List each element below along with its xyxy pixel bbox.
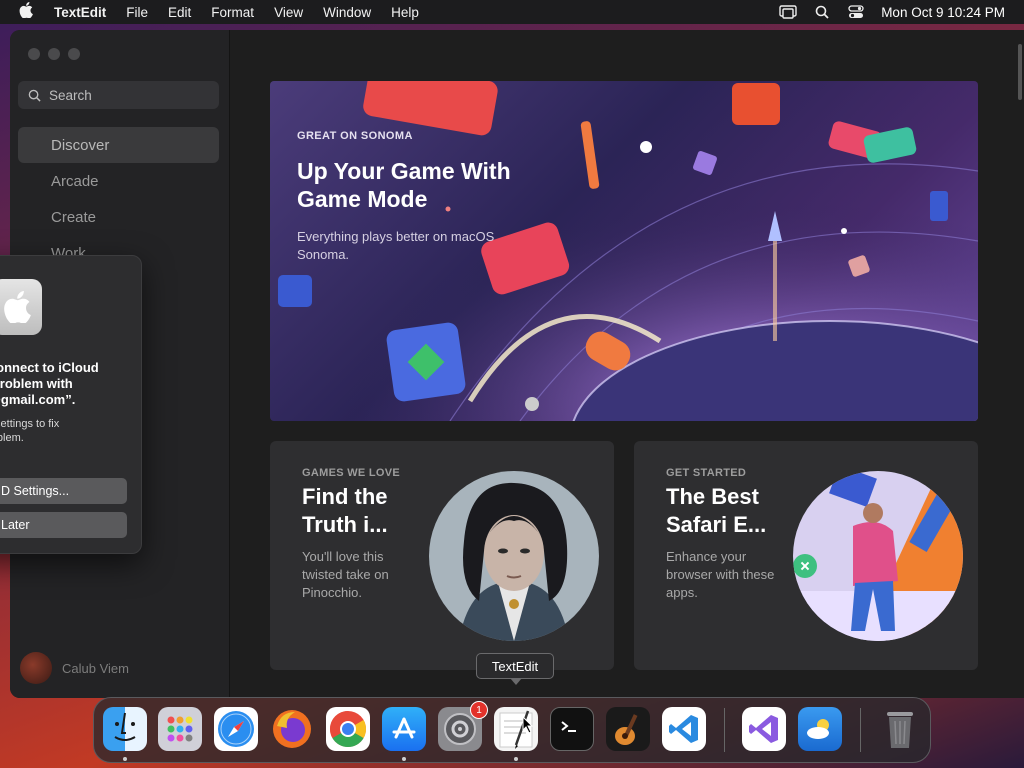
hero-description: Everything plays better on macOS Sonoma. bbox=[297, 229, 495, 262]
control-center-icon[interactable] bbox=[839, 5, 873, 19]
launchpad-icon[interactable] bbox=[158, 707, 202, 751]
close-button[interactable] bbox=[28, 48, 40, 60]
dock-tooltip: TextEdit bbox=[476, 653, 554, 685]
sidebar-nav: Discover Arcade Create Work bbox=[18, 127, 219, 271]
window-controls bbox=[28, 48, 80, 60]
menu-format[interactable]: Format bbox=[201, 5, 264, 20]
menu-window[interactable]: Window bbox=[313, 5, 381, 20]
finder-running-indicator bbox=[123, 757, 127, 761]
card-get-started[interactable]: GET STARTED The Best Safari E... Enhance… bbox=[634, 441, 978, 670]
main-content: GREAT ON SONOMA Up Your Game With Game M… bbox=[231, 30, 1024, 698]
sidebar-item-label: Create bbox=[51, 208, 97, 226]
sidebar-item-label: Discover bbox=[51, 136, 110, 154]
terminal-icon[interactable] bbox=[550, 707, 594, 751]
apple-id-settings-button[interactable]: D Settings... bbox=[0, 478, 127, 504]
finder-icon[interactable] bbox=[103, 707, 147, 751]
card-description: Enhance your browser with these apps. bbox=[666, 549, 775, 600]
card-description: You'll love this twisted take on Pinocch… bbox=[302, 549, 389, 600]
dock-separator bbox=[724, 708, 725, 752]
menu-file[interactable]: File bbox=[116, 5, 158, 20]
spotlight-search-icon[interactable] bbox=[805, 5, 839, 19]
system-settings-icon[interactable]: 1 bbox=[438, 701, 488, 751]
app-store-running-indicator bbox=[402, 757, 406, 761]
alert-body: ID settings to fix problem. bbox=[0, 418, 60, 444]
card-eyebrow: GAMES WE LOVE bbox=[302, 467, 401, 479]
minimize-button[interactable] bbox=[48, 48, 60, 60]
card-games-we-love[interactable]: GAMES WE LOVE Find the Truth i... You'll… bbox=[270, 441, 614, 670]
later-button[interactable]: Later bbox=[0, 512, 127, 538]
sidebar-item-label: Arcade bbox=[51, 172, 99, 190]
sidebar-item-create[interactable]: Create bbox=[18, 199, 219, 235]
search-placeholder: Search bbox=[49, 87, 92, 103]
apple-menu-icon[interactable] bbox=[0, 2, 52, 22]
menubar-clock[interactable]: Mon Oct 9 10:24 PM bbox=[873, 5, 1024, 20]
menu-app-name[interactable]: TextEdit bbox=[52, 5, 116, 20]
firefox-icon[interactable] bbox=[270, 707, 314, 751]
trash-icon[interactable] bbox=[878, 707, 922, 751]
account-button[interactable]: Calub Viem bbox=[20, 652, 129, 684]
sidebar-item-discover[interactable]: Discover bbox=[18, 127, 219, 163]
screen-mirroring-icon[interactable] bbox=[771, 5, 805, 19]
mouse-cursor-icon bbox=[522, 716, 534, 734]
scrollbar[interactable] bbox=[1018, 44, 1022, 100]
avatar bbox=[20, 652, 52, 684]
card-artwork-portrait bbox=[429, 471, 599, 641]
zoom-button[interactable] bbox=[68, 48, 80, 60]
hero-eyebrow: GREAT ON SONOMA bbox=[297, 130, 413, 142]
visual-studio-icon[interactable] bbox=[742, 707, 786, 751]
app-store-window: Search Discover Arcade Create Work Calub… bbox=[10, 30, 1024, 698]
card-title: The Best Safari E... bbox=[666, 484, 767, 537]
chrome-icon[interactable] bbox=[326, 707, 370, 751]
icloud-alert-dialog: t connect to iCloud a problem with 2@gma… bbox=[0, 255, 142, 554]
notification-badge: 1 bbox=[470, 701, 488, 719]
menu-bar: TextEdit File Edit Format View Window He… bbox=[0, 0, 1024, 24]
menu-help[interactable]: Help bbox=[381, 5, 429, 20]
dock-separator bbox=[860, 708, 861, 752]
safari-icon[interactable] bbox=[214, 707, 258, 751]
alert-heading: t connect to iCloud a problem with 2@gma… bbox=[0, 360, 99, 407]
visual-studio-code-icon[interactable] bbox=[662, 707, 706, 751]
search-field[interactable]: Search bbox=[18, 81, 219, 109]
card-eyebrow: GET STARTED bbox=[666, 467, 747, 479]
weather-icon[interactable] bbox=[798, 707, 842, 751]
sidebar-item-arcade[interactable]: Arcade bbox=[18, 163, 219, 199]
garageband-icon[interactable] bbox=[606, 707, 650, 751]
hero-title: Up Your Game With Game Mode bbox=[297, 158, 511, 212]
menu-view[interactable]: View bbox=[264, 5, 313, 20]
dock: 1 bbox=[93, 697, 931, 763]
card-title: Find the Truth i... bbox=[302, 484, 388, 537]
app-store-icon[interactable] bbox=[382, 707, 426, 751]
menu-edit[interactable]: Edit bbox=[158, 5, 201, 20]
hero-banner[interactable]: GREAT ON SONOMA Up Your Game With Game M… bbox=[270, 81, 978, 421]
user-name: Calub Viem bbox=[62, 660, 129, 676]
textedit-running-indicator bbox=[514, 757, 518, 761]
apple-logo-icon bbox=[0, 279, 42, 335]
card-artwork-hiker bbox=[793, 471, 963, 641]
search-icon bbox=[28, 89, 41, 102]
